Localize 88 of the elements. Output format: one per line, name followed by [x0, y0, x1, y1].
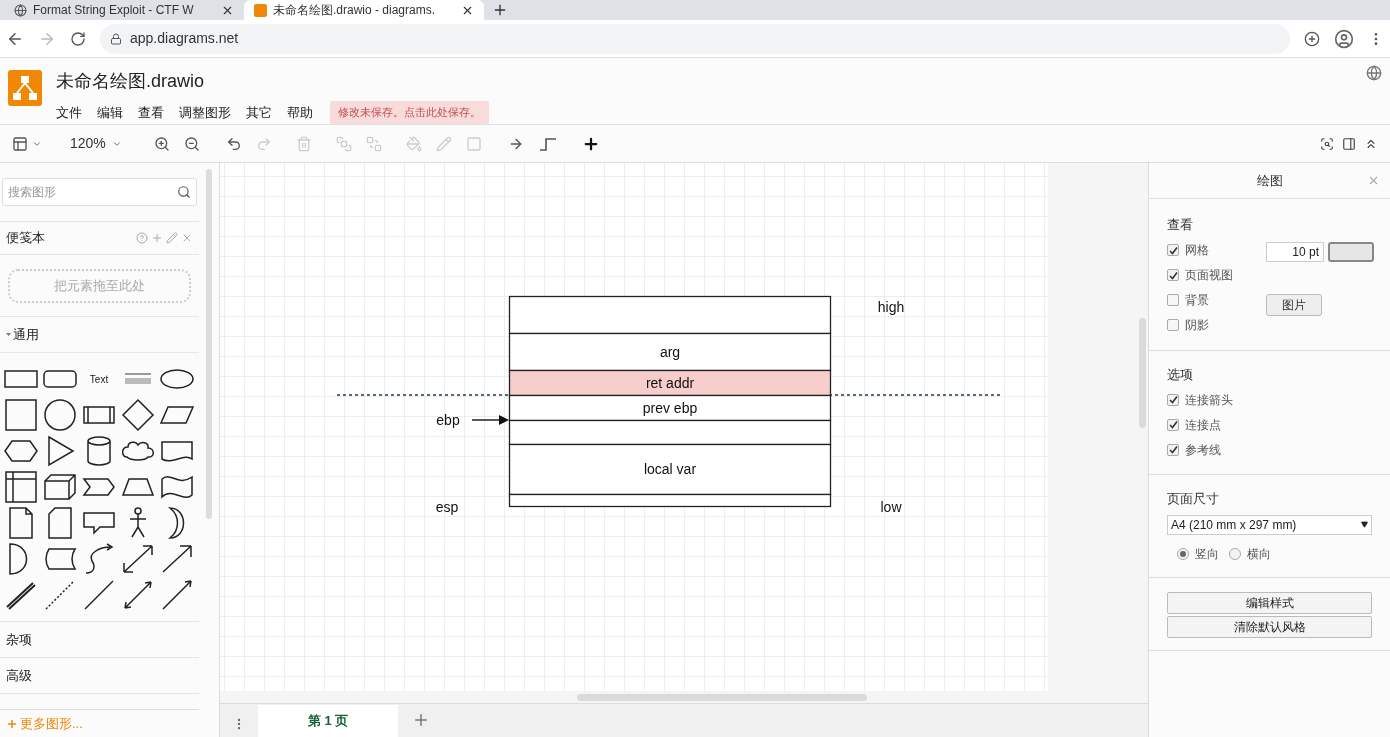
image-button[interactable]: 图片: [1266, 294, 1322, 316]
zoom-out-icon[interactable]: [183, 135, 200, 152]
menu-item[interactable]: 查看: [138, 102, 164, 122]
tab-title: 未命名绘图.drawio - diagrams.: [273, 2, 437, 19]
checkbox[interactable]: [1167, 443, 1179, 456]
option-label: 连接点: [1185, 416, 1221, 434]
scrollbar[interactable]: [577, 693, 867, 701]
section-title[interactable]: 高级: [6, 665, 32, 686]
section-title: 页面尺寸: [1167, 490, 1220, 508]
scrollbar[interactable]: [206, 169, 213, 519]
reload-icon[interactable]: [70, 30, 86, 47]
option-label: 参考线: [1185, 441, 1221, 459]
checkbox[interactable]: [1167, 418, 1179, 431]
paper-size-select[interactable]: A4 (210 mm x 297 mm): [1167, 514, 1372, 535]
add-page-icon[interactable]: [412, 711, 430, 729]
panels-icon[interactable]: [12, 135, 28, 152]
canvas[interactable]: arg ret addr prev ebp local var high ebp esp low: [220, 163, 1048, 691]
cell-label: prev ebp: [642, 399, 698, 416]
zoom-in-icon[interactable]: [153, 135, 170, 152]
checkbox[interactable]: [1167, 393, 1179, 406]
option-label: 横向: [1247, 545, 1271, 563]
radio-button[interactable]: [1229, 547, 1241, 560]
section-title[interactable]: 便笺本: [6, 228, 137, 248]
caret-icon[interactable]: [6, 332, 11, 337]
grid-size-field[interactable]: 10 pt: [1266, 242, 1324, 262]
line-color-icon[interactable]: [435, 135, 452, 152]
section-title: 查看: [1167, 216, 1194, 234]
pointer-arrow: [471, 415, 509, 425]
panel-title[interactable]: 绘图: [1256, 170, 1283, 191]
diagram-label: low: [880, 499, 902, 515]
checkbox[interactable]: [1167, 319, 1179, 331]
diagram-label: esp: [435, 499, 459, 515]
browser-tab[interactable]: 未命名绘图.drawio - diagrams.: [244, 0, 484, 20]
document-title[interactable]: 未命名绘图.drawio: [56, 68, 489, 95]
drawio-logo-icon: [254, 3, 267, 17]
lock-icon: [110, 32, 122, 45]
add-circle-icon[interactable]: [1304, 30, 1320, 47]
diagram-label: high: [877, 299, 905, 315]
text-shape[interactable]: Text: [80, 361, 119, 397]
address-bar[interactable]: app.diagrams.net: [100, 23, 1290, 54]
checkbox[interactable]: [1167, 244, 1179, 256]
panel-button[interactable]: 清除默认风格: [1167, 615, 1372, 638]
radio-button[interactable]: [1177, 547, 1189, 560]
unsaved-notice[interactable]: 修改未保存。点击此处保存。: [330, 101, 489, 124]
new-tab-icon[interactable]: [492, 2, 508, 18]
option-label: 阴影: [1185, 317, 1209, 334]
dropdown-icon: [1361, 521, 1368, 528]
cell-label: ret addr: [645, 374, 695, 391]
avatar-icon[interactable]: [1334, 28, 1354, 49]
format-panel-icon[interactable]: [1342, 136, 1356, 151]
option-label: 连接箭头: [1185, 391, 1233, 409]
section-title[interactable]: 通用: [13, 324, 39, 345]
menu-item[interactable]: 其它: [246, 102, 272, 122]
cell-label: local var: [643, 461, 697, 477]
cell-label: arg: [659, 343, 681, 360]
drawio-logo-icon: [8, 70, 42, 106]
waypoint-icon[interactable]: [537, 135, 558, 152]
option-label: 竖向: [1195, 545, 1219, 563]
circle-shape-icon[interactable]: [41, 397, 79, 433]
globe-icon: [14, 3, 27, 17]
square-shape-icon[interactable]: [2, 397, 40, 433]
menu-item[interactable]: 调整图形: [179, 102, 231, 122]
section-title[interactable]: 杂项: [6, 629, 32, 650]
search-placeholder: 搜索图形: [8, 184, 57, 201]
search-icon[interactable]: [177, 185, 192, 199]
menu-item[interactable]: 文件: [56, 102, 82, 122]
option-label: 背景: [1185, 292, 1209, 309]
fullscreen-icon[interactable]: [1320, 136, 1334, 151]
scrollbar[interactable]: [1139, 318, 1146, 428]
language-icon[interactable]: [1366, 65, 1382, 81]
panel-button[interactable]: 编辑样式: [1167, 591, 1372, 614]
checkbox[interactable]: [1167, 294, 1179, 306]
zoom-dropdown[interactable]: 120%: [70, 133, 106, 154]
menu-item[interactable]: 编辑: [97, 102, 123, 122]
tab-title: Format String Exploit - CTF W: [33, 2, 195, 19]
menu-item[interactable]: 帮助: [287, 102, 313, 122]
option-label: 网格: [1185, 242, 1209, 259]
url-text: app.diagrams.net: [130, 29, 239, 48]
grid-color-button[interactable]: [1328, 242, 1374, 262]
section-title: 选项: [1167, 365, 1194, 384]
diagram-label: ebp: [436, 412, 460, 428]
undo-icon[interactable]: [225, 135, 242, 152]
select-value: A4 (210 mm x 297 mm): [1171, 516, 1298, 534]
page-tab[interactable]: 第 1 页: [258, 705, 398, 737]
internal-shape-icon[interactable]: [2, 469, 40, 505]
option-label: 页面视图: [1185, 267, 1233, 284]
checkbox[interactable]: [1167, 269, 1179, 281]
drop-zone: 把元素拖至此处: [8, 268, 192, 303]
